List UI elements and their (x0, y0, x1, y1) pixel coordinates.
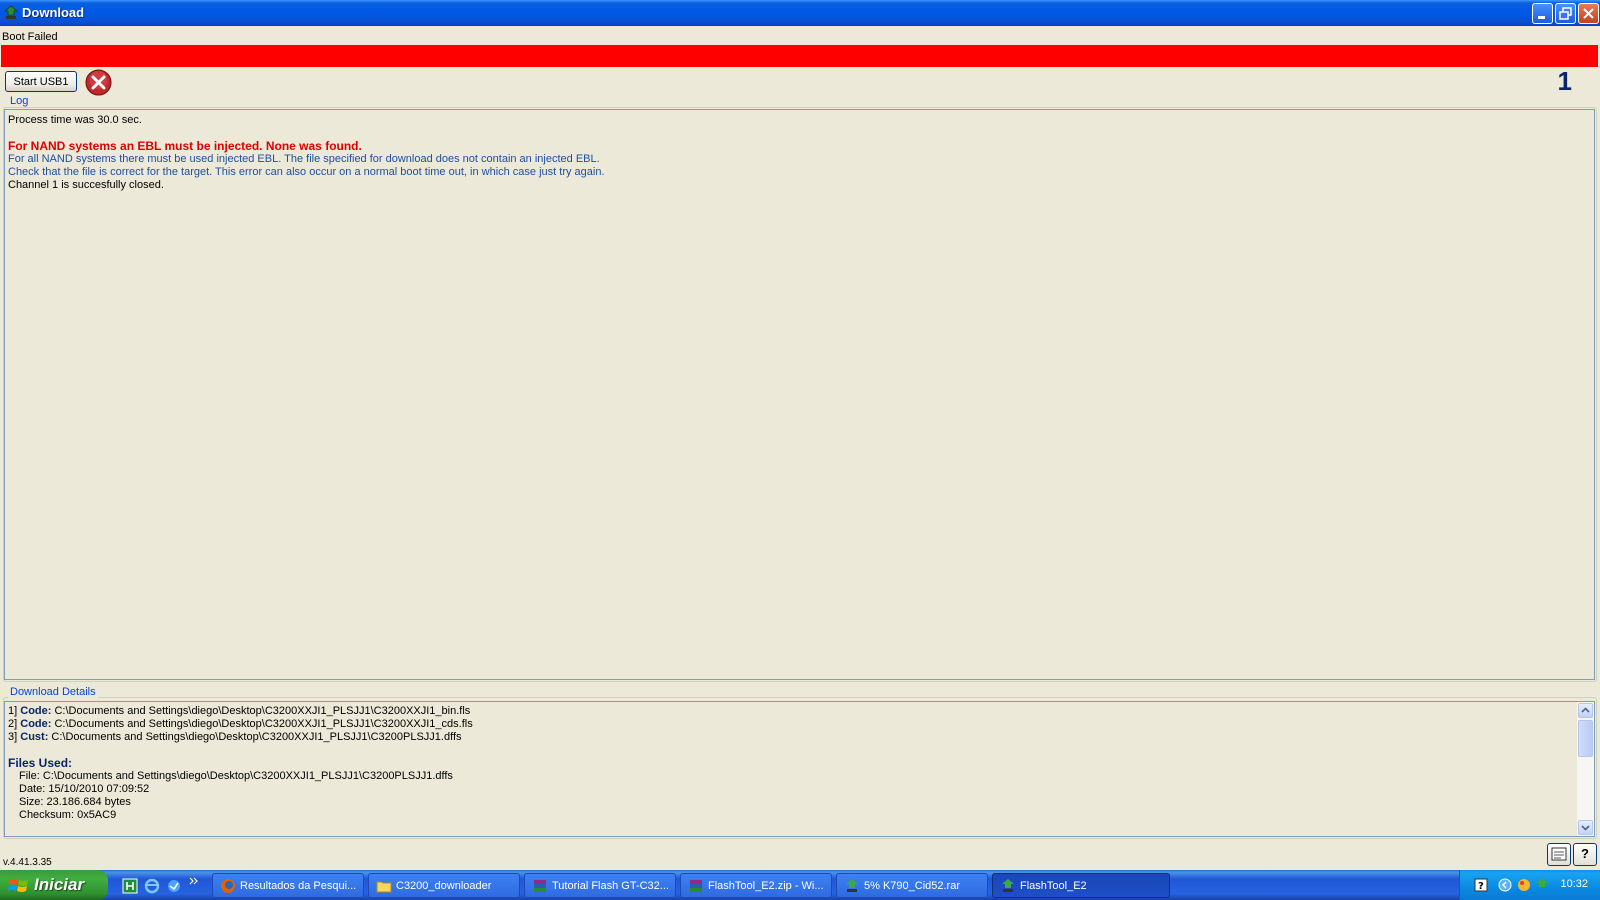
help-tray-icon[interactable]: ? (1474, 878, 1488, 892)
task-winrar-flashtool[interactable]: FlashTool_E2.zip - Wi... (680, 873, 832, 898)
restore-icon (1559, 7, 1572, 20)
winrar-icon (534, 880, 546, 892)
quicklaunch-app-icon[interactable] (122, 878, 138, 894)
start-usb-button[interactable]: Start USB1 (5, 71, 77, 92)
download-details-legend: Download Details (8, 686, 98, 698)
files-used-size: Size: 23.186.684 bytes (19, 796, 131, 808)
clock: 10:32 (1560, 878, 1588, 890)
chevron-left-icon[interactable] (1498, 877, 1512, 893)
channel-number: 1 (1557, 66, 1572, 96)
files-used-checksum: Checksum: 0x5AC9 (19, 809, 117, 821)
system-tray: ? 10:32 (1459, 870, 1600, 900)
task-flashtool-active[interactable]: FlashTool_E2 (992, 873, 1170, 898)
start-label: Iniciar (34, 875, 85, 894)
start-button[interactable]: Iniciar (0, 870, 108, 900)
boot-status-label: Boot Failed (2, 31, 58, 43)
log-line-error-detail-2: Check that the file is correct for the t… (8, 166, 605, 178)
log-legend: Log (8, 95, 31, 107)
svg-text:?: ? (1478, 881, 1484, 892)
log-view-button[interactable] (1547, 843, 1571, 866)
detail-entry: 3] Cust: C:\Documents and Settings\diego… (8, 731, 462, 743)
chevron-down-icon (1581, 825, 1590, 831)
window-title: Download (22, 5, 85, 20)
email-icon[interactable] (166, 878, 182, 894)
title-bar: Download (0, 0, 1600, 26)
progress-bar-failed (1, 45, 1598, 67)
files-used-heading: Files Used: (8, 756, 73, 770)
task-download-progress[interactable]: 5% K790_Cid52.rar (836, 873, 988, 898)
log-icon (1551, 847, 1567, 861)
help-button[interactable]: ? (1573, 843, 1597, 866)
folder-icon (376, 881, 392, 893)
error-icon (85, 69, 112, 96)
network-icon[interactable] (1534, 877, 1550, 893)
version-label: v.4.41.3.35 (3, 857, 52, 868)
log-line-process-time: Process time was 30.0 sec. (8, 114, 142, 126)
detail-entry: 2] Code: C:\Documents and Settings\diego… (8, 718, 473, 730)
log-line-error-heading: For NAND systems an EBL must be injected… (8, 139, 362, 153)
download-details-panel[interactable]: 1] Code: C:\Documents and Settings\diego… (4, 701, 1595, 837)
chevron-right-double-icon[interactable] (188, 875, 200, 891)
windows-flag-icon (8, 879, 28, 892)
files-used-file: File: C:\Documents and Settings\diego\De… (19, 770, 453, 782)
restore-button[interactable] (1555, 3, 1576, 24)
details-scrollbar[interactable] (1576, 702, 1594, 836)
files-used-date: Date: 15/10/2010 07:09:52 (19, 783, 150, 795)
log-line-channel-closed: Channel 1 is succesfully closed. (8, 179, 164, 191)
internet-explorer-icon[interactable] (144, 878, 160, 894)
color-palette-icon[interactable] (1516, 877, 1532, 893)
detail-entry: 1] Code: C:\Documents and Settings\diego… (8, 705, 471, 717)
task-winrar-tutorial[interactable]: Tutorial Flash GT-C32... (524, 873, 676, 898)
close-icon (1583, 8, 1594, 19)
task-folder[interactable]: C3200_downloader (368, 873, 520, 898)
minimize-icon (1538, 16, 1545, 19)
log-panel[interactable]: Process time was 30.0 sec. For NAND syst… (4, 109, 1595, 680)
firefox-icon (221, 879, 235, 893)
taskbar: Iniciar Resultados da Pesqui... C3200_do… (0, 870, 1600, 900)
scroll-down-arrow[interactable] (1578, 820, 1593, 835)
minimize-button[interactable] (1532, 3, 1553, 24)
winrar-icon (690, 880, 702, 892)
download-icon (846, 879, 858, 892)
download-icon (1002, 879, 1014, 892)
log-line-error-detail-1: For all NAND systems there must be used … (8, 153, 600, 165)
close-window-button[interactable] (1578, 3, 1599, 24)
scroll-up-arrow[interactable] (1578, 703, 1593, 718)
chevron-up-icon (1581, 707, 1590, 713)
task-firefox[interactable]: Resultados da Pesqui... (212, 873, 364, 898)
app-download-icon (3, 5, 19, 19)
scroll-thumb[interactable] (1578, 720, 1593, 757)
